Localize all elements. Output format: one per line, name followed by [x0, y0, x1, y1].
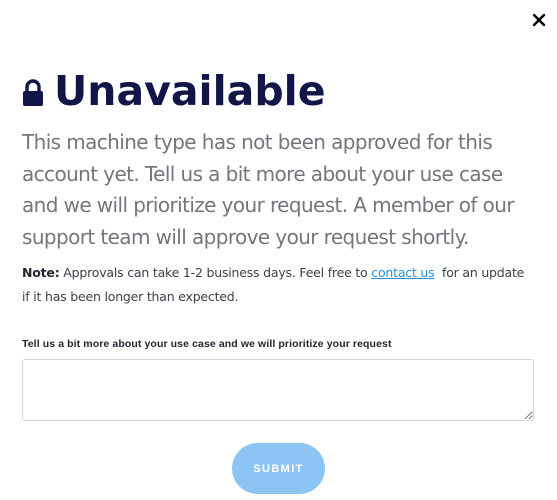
lock-icon	[23, 79, 43, 106]
title-row: Unavailable	[22, 66, 326, 116]
approval-note: Note: Approvals can take 1-2 business da…	[22, 261, 532, 308]
use-case-label: Tell us a bit more about your use case a…	[22, 338, 392, 350]
close-icon	[532, 13, 546, 27]
page-title: Unavailable	[54, 67, 326, 115]
lead-paragraph: This machine type has not been approved …	[22, 130, 515, 249]
submit-button[interactable]: SUBMIT	[232, 443, 325, 494]
note-label: Note:	[22, 265, 60, 280]
close-button[interactable]	[531, 12, 547, 28]
use-case-textarea[interactable]	[22, 359, 534, 421]
note-text: Approvals can take 1-2 business days. Fe…	[63, 265, 368, 280]
contact-us-link[interactable]: contact us	[371, 265, 434, 280]
